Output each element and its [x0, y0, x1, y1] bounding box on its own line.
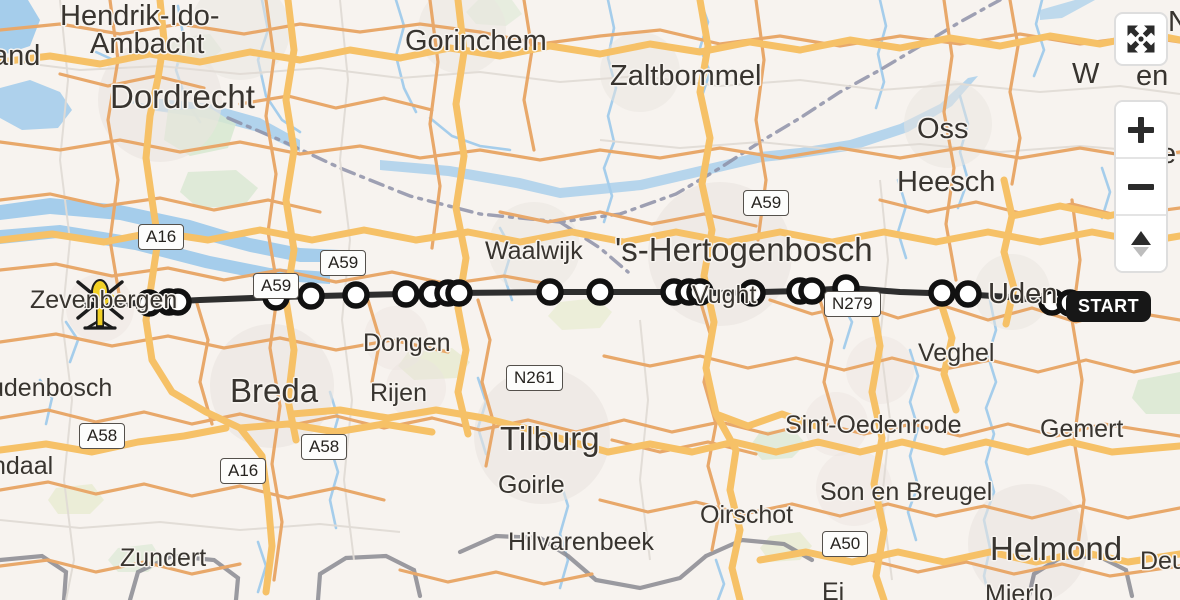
- compass-north-arrow-icon: [1131, 230, 1151, 257]
- road-shield: N279: [824, 291, 881, 317]
- road-shield: N261: [506, 365, 563, 391]
- route-waypoint[interactable]: [536, 278, 564, 306]
- plus-icon: [1128, 116, 1154, 143]
- route-waypoint[interactable]: [928, 279, 956, 307]
- map-vector-layer: [0, 0, 1180, 600]
- fullscreen-expand-icon: [1127, 25, 1155, 53]
- route-waypoint[interactable]: [954, 280, 982, 308]
- map-canvas[interactable]: Hendrik-Ido- Ambacht and Gorinchem Zaltbomme…: [0, 0, 1180, 600]
- road-shield: A58: [301, 434, 348, 460]
- road-shield: A58: [79, 423, 126, 449]
- fullscreen-button[interactable]: [1114, 12, 1168, 66]
- route-waypoint[interactable]: [164, 288, 192, 316]
- compass-button[interactable]: [1116, 214, 1166, 271]
- road-shield: A59: [253, 273, 300, 299]
- route-waypoint[interactable]: [342, 281, 370, 309]
- route-start-label: START: [1066, 291, 1152, 322]
- zoom-in-button[interactable]: [1116, 102, 1166, 157]
- route-waypoint[interactable]: [445, 279, 473, 307]
- zoom-control-group[interactable]: [1114, 100, 1168, 273]
- route-waypoint[interactable]: [686, 278, 714, 306]
- road-shield: A50: [822, 531, 869, 557]
- road-shield: A59: [743, 190, 790, 216]
- road-shield: A16: [220, 458, 267, 484]
- minus-icon: [1128, 183, 1154, 190]
- route-waypoint[interactable]: [798, 277, 826, 305]
- route-waypoint[interactable]: [297, 282, 325, 310]
- route-waypoint[interactable]: [586, 278, 614, 306]
- road-shield: A16: [138, 224, 185, 250]
- route-waypoint[interactable]: [392, 280, 420, 308]
- zoom-out-button[interactable]: [1116, 157, 1166, 214]
- route-waypoint[interactable]: [738, 279, 766, 307]
- road-shield: A59: [320, 250, 367, 276]
